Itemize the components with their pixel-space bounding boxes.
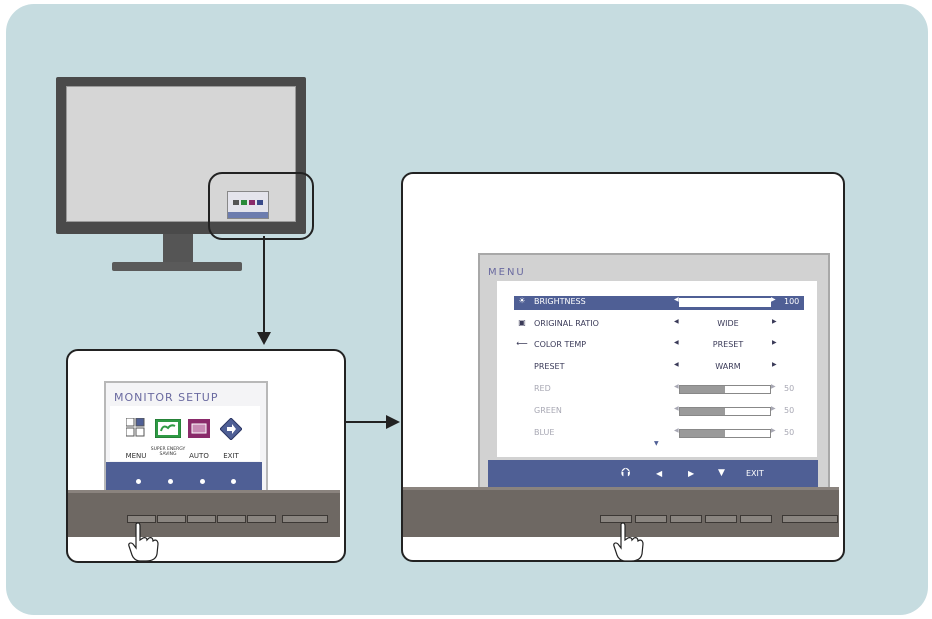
return-icon[interactable]: ⮉ (621, 465, 630, 480)
connector-line-right (344, 421, 388, 423)
menu-grid-icon[interactable] (126, 418, 146, 438)
front-button-5[interactable] (247, 515, 276, 523)
front-button-4[interactable] (705, 515, 737, 523)
setup-label-exit: EXIT (223, 452, 239, 460)
triangle-left-icon: ◀ (674, 383, 679, 390)
monitor-setup-title: MONITOR SETUP (114, 391, 219, 404)
menu-row-label: ORIGINAL RATIO (534, 319, 599, 328)
brightness-value: 100 (784, 297, 800, 306)
front-button-3[interactable] (187, 515, 216, 523)
menu-row-brightness[interactable]: ☀ BRIGHTNESS ◀ ▶ 100 (514, 296, 804, 310)
button-indicator-dot (136, 479, 141, 484)
energy-saving-icon[interactable] (155, 419, 181, 438)
triangle-right-icon: ▶ (771, 296, 776, 303)
front-button-2[interactable] (157, 515, 186, 523)
triangle-right-icon: ▶ (771, 427, 776, 434)
red-value: 50 (784, 384, 795, 393)
blue-slider (679, 429, 771, 438)
menu-nav-bar (488, 460, 818, 488)
triangle-left-icon: ◀ (674, 339, 679, 346)
front-button-3[interactable] (670, 515, 702, 523)
triangle-left-icon: ◀ (674, 296, 679, 303)
arrow-right-icon (386, 415, 400, 429)
slider-fill (680, 430, 725, 437)
menu-row-original-ratio[interactable]: ▣ ORIGINAL RATIO ◀ WIDE ▶ (514, 318, 804, 332)
front-button-5[interactable] (740, 515, 772, 523)
triangle-right-icon: ▶ (772, 339, 777, 346)
color-temp-icon: ⟵ (516, 339, 528, 348)
pressing-hand-icon (613, 522, 644, 562)
color-temp-value: PRESET (712, 340, 744, 349)
red-slider (679, 385, 771, 394)
triangle-down-icon[interactable]: ▼ (718, 468, 725, 478)
triangle-right-icon: ▶ (772, 318, 777, 325)
menu-row-label: BLUE (534, 428, 555, 437)
triangle-right-icon: ▶ (771, 383, 776, 390)
front-power-button[interactable] (282, 515, 328, 523)
pressing-hand-icon (128, 522, 159, 562)
front-button-4[interactable] (217, 515, 246, 523)
aspect-ratio-icon: ▣ (518, 318, 526, 327)
original-ratio-value: WIDE (717, 319, 739, 328)
triangle-left-icon: ◀ (674, 318, 679, 325)
menu-title: MENU (488, 267, 526, 278)
menu-row-blue: BLUE ◀ ▶ 50 (514, 427, 804, 441)
button-indicator-dot (200, 479, 205, 484)
menu-row-label: COLOR TEMP (534, 340, 587, 349)
preset-value: WARM (715, 362, 741, 371)
menu-row-label: GREEN (534, 406, 562, 415)
connector-line-down (263, 236, 265, 334)
menu-row-preset[interactable]: PRESET ◀ WARM ▶ (514, 361, 804, 375)
green-value: 50 (784, 406, 795, 415)
menu-row-label: PRESET (534, 362, 565, 371)
front-power-button[interactable] (782, 515, 838, 523)
triangle-left-icon: ◀ (674, 427, 679, 434)
button-indicator-dot (168, 479, 173, 484)
exit-icon[interactable] (220, 418, 242, 440)
triangle-left-icon: ◀ (674, 405, 679, 412)
brightness-icon: ☀ (518, 296, 526, 305)
slider-fill (680, 386, 725, 393)
monitor-front-panel (68, 490, 340, 537)
scroll-more-icon: ▼ (654, 440, 659, 447)
exit-label[interactable]: EXIT (746, 469, 764, 478)
monitor-setup-button-bar (106, 462, 262, 490)
slider-fill (680, 299, 770, 306)
triangle-right-icon[interactable]: ▶ (688, 469, 694, 478)
slider-fill (680, 408, 725, 415)
brightness-slider[interactable] (679, 298, 771, 307)
monitor-base (112, 262, 242, 271)
menu-row-label: BRIGHTNESS (534, 297, 586, 306)
button-indicator-dot (231, 479, 236, 484)
triangle-left-icon[interactable]: ◀ (656, 469, 662, 478)
menu-row-green: GREEN ◀ ▶ 50 (514, 405, 804, 419)
monitor-neck (163, 234, 193, 264)
highlight-ring (208, 172, 314, 240)
triangle-right-icon: ▶ (771, 405, 776, 412)
triangle-left-icon: ◀ (674, 361, 679, 368)
menu-row-red: RED ◀ ▶ 50 (514, 383, 804, 397)
arrow-down-icon (257, 332, 271, 345)
green-slider (679, 407, 771, 416)
menu-row-label: RED (534, 384, 551, 393)
blue-value: 50 (784, 428, 795, 437)
triangle-right-icon: ▶ (772, 361, 777, 368)
auto-adjust-icon[interactable] (188, 419, 210, 438)
menu-row-color-temp[interactable]: ⟵ COLOR TEMP ◀ PRESET ▶ (514, 339, 804, 353)
